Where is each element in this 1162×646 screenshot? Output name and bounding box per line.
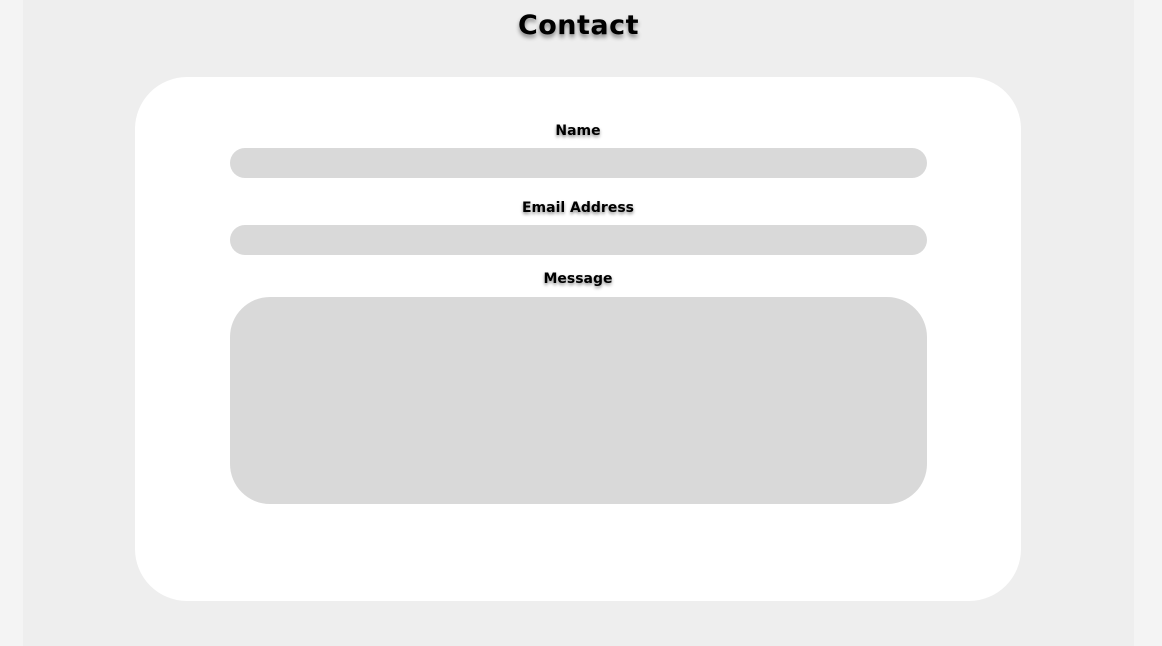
email-label: Email Address: [521, 200, 634, 216]
page-title: Contact: [517, 10, 640, 41]
message-label: Message: [543, 271, 613, 287]
email-input[interactable]: [230, 225, 927, 255]
page-container: Contact Name Email Address Message: [23, 0, 1134, 646]
name-input[interactable]: [230, 148, 927, 178]
contact-form-card: Name Email Address Message: [135, 77, 1021, 601]
message-textarea[interactable]: [230, 297, 927, 504]
name-label: Name: [555, 123, 601, 139]
